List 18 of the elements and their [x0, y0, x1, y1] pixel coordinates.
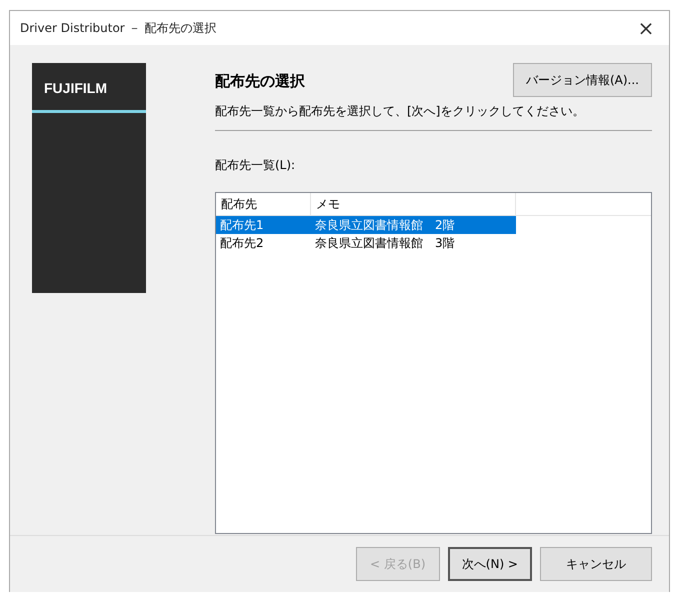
- version-info-button[interactable]: バージョン情報(A)...: [512, 63, 652, 97]
- column-header[interactable]: 配布先: [216, 193, 311, 215]
- dialog-button[interactable]: キャンセル: [540, 547, 652, 581]
- list-row[interactable]: 配布先1 奈良県立図書情報館 2階: [216, 216, 516, 234]
- window-title: Driver Distributor － 配布先の選択: [20, 20, 216, 36]
- instruction-text: 配布先一覧から配布先を選択して、[次へ]をクリックしてください。: [215, 103, 586, 120]
- column-header[interactable]: メモ: [311, 193, 516, 215]
- dialog-button[interactable]: 次へ(N) >: [448, 547, 532, 581]
- list-row[interactable]: 配布先2 奈良県立図書情報館 3階: [216, 234, 516, 252]
- list-cell-text: 配布先1: [219, 216, 265, 234]
- list-label: 配布先一覧(L):: [215, 157, 296, 174]
- list-cell-text: 奈良県立図書情報館 2階: [314, 216, 456, 234]
- page-heading: 配布先の選択: [215, 72, 305, 91]
- destination-list[interactable]: 配布先 メモ 配布先1 奈良県立図書情報館 2階 配布先2 奈良県立図書情報館 3階: [215, 192, 652, 534]
- logo-text: FUJIFILM: [43, 80, 108, 96]
- list-cell-text: 配布先2: [219, 234, 265, 252]
- close-button[interactable]: ×: [623, 11, 669, 45]
- list-cell-text: 奈良県立図書情報館 3階: [314, 234, 456, 252]
